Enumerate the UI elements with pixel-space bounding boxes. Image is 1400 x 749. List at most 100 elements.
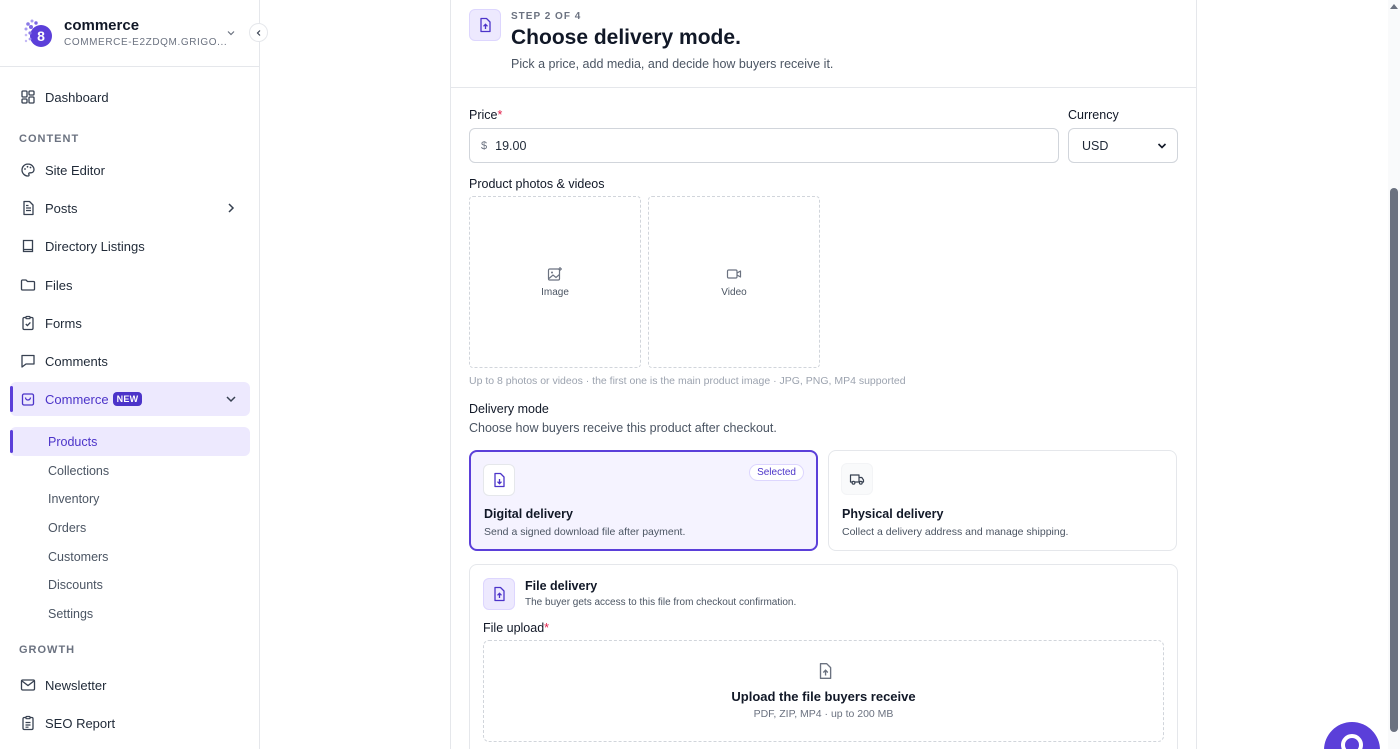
upload-title: Upload the file buyers receive	[731, 689, 916, 704]
sidebar-item-seo-report[interactable]: SEO Report	[10, 706, 250, 740]
mail-icon	[20, 679, 36, 691]
image-add-icon	[547, 267, 562, 281]
chevron-right-icon	[228, 203, 235, 213]
main-content: STEP 2 OF 4 Choose delivery mode. Pick a…	[260, 0, 1388, 749]
currency-label: Currency	[1068, 108, 1119, 122]
physical-delivery-option[interactable]: Physical delivery Collect a delivery add…	[828, 450, 1177, 551]
file-upload-icon	[480, 17, 491, 33]
currency-select[interactable]: USD	[1068, 128, 1178, 163]
sidebar-subitem-label: Collections	[48, 463, 110, 478]
page-title: Choose delivery mode.	[511, 26, 741, 49]
physical-delivery-title: Physical delivery	[842, 507, 944, 521]
clipboard-check-icon	[22, 315, 34, 331]
add-video-tile[interactable]: Video	[648, 196, 820, 368]
sidebar-subitem-label: Orders	[48, 520, 87, 535]
chevron-down-icon	[226, 396, 236, 403]
sidebar-item-label: Commerce	[45, 391, 109, 407]
sidebar-collapse-button[interactable]	[249, 23, 268, 42]
shopping-bag-icon	[21, 393, 35, 406]
sidebar-item-comments[interactable]: Comments	[10, 344, 250, 378]
brand-logo-icon: 8	[24, 19, 52, 47]
sidebar-item-label: Posts	[45, 200, 78, 216]
digital-delivery-description: Send a signed download file after paymen…	[484, 526, 686, 538]
sidebar-item-label: Comments	[45, 353, 108, 369]
chevron-left-icon	[256, 29, 260, 36]
sidebar-item-forms[interactable]: Forms	[10, 306, 250, 340]
add-image-tile[interactable]: Image	[469, 196, 641, 368]
price-label: Price*	[469, 108, 502, 122]
sidebar-item-label: SEO Report	[45, 715, 116, 731]
file-delivery-title: File delivery	[525, 579, 598, 593]
document-icon	[23, 200, 34, 216]
section-label-content: CONTENT	[19, 133, 80, 145]
upload-formats: PDF, ZIP, MP4 · up to 200 MB	[753, 708, 894, 720]
sidebar-item-files[interactable]: Files	[10, 268, 250, 302]
sidebar-subitem-products[interactable]: Products	[10, 427, 250, 456]
sidebar-item-dashboard[interactable]: Dashboard	[10, 80, 250, 114]
sidebar-subitem-label: Settings	[48, 606, 94, 621]
truck-icon	[849, 474, 865, 485]
price-input[interactable]: $ 19.00	[469, 128, 1059, 163]
digital-delivery-title: Digital delivery	[484, 507, 573, 521]
price-label-text: Price	[469, 108, 498, 122]
required-mark: *	[544, 621, 550, 635]
file-delivery-description: The buyer gets access to this file from …	[525, 597, 797, 608]
step-icon	[469, 9, 501, 41]
new-badge: NEW	[112, 392, 143, 406]
media-hint: Up to 8 photos or videos · the first one…	[469, 375, 906, 387]
sidebar-subitem-label: Discounts	[48, 577, 103, 592]
sidebar-item-label: Directory Listings	[45, 238, 145, 254]
comment-icon	[21, 354, 35, 368]
chevron-down-icon[interactable]	[226, 28, 236, 38]
dashboard-icon	[21, 90, 35, 104]
sidebar-subitem-orders[interactable]: Orders	[10, 513, 250, 542]
scrollbar-thumb[interactable]	[1390, 188, 1398, 732]
sidebar-item-commerce[interactable]: Commerce NEW	[10, 382, 250, 416]
sidebar: 8 commerce COMMERCE-E2ZDQM.GRIGO... Dash…	[0, 0, 268, 749]
sidebar-subitem-customers[interactable]: Customers	[10, 542, 250, 571]
file-delivery-card: File delivery The buyer gets access to t…	[469, 564, 1178, 749]
file-upload-label-text: File upload	[483, 621, 545, 635]
media-video-label: Video	[721, 287, 747, 298]
sidebar-item-label: Site Editor	[45, 162, 105, 178]
sidebar-subitem-inventory[interactable]: Inventory	[10, 484, 250, 513]
delivery-mode-description: Choose how buyers receive this product a…	[469, 421, 777, 435]
file-upload-icon	[819, 663, 832, 679]
brand-header[interactable]: 8 commerce COMMERCE-E2ZDQM.GRIGO...	[0, 0, 259, 67]
folder-icon	[20, 279, 36, 291]
digital-delivery-option[interactable]: Selected Digital delivery Send a signed …	[469, 450, 818, 551]
digital-delivery-icon-box	[483, 464, 515, 496]
delivery-mode-label: Delivery mode	[469, 402, 549, 416]
selected-badge: Selected	[749, 464, 804, 481]
sidebar-subitem-label: Products	[48, 434, 98, 449]
page-description: Pick a price, add media, and decide how …	[511, 57, 834, 71]
sidebar-subitem-label: Customers	[48, 549, 109, 564]
step-indicator: STEP 2 OF 4	[511, 11, 582, 22]
sidebar-item-label: Files	[45, 277, 73, 293]
sidebar-item-site-editor[interactable]: Site Editor	[10, 153, 250, 187]
file-download-icon	[494, 472, 505, 488]
page-scrollbar[interactable]	[1388, 0, 1400, 749]
currency-value: USD	[1082, 138, 1109, 153]
file-upload-label: File upload*	[483, 621, 549, 635]
sidebar-item-label: Forms	[45, 315, 82, 331]
sidebar-item-directory-listings[interactable]: Directory Listings	[10, 229, 250, 263]
sidebar-item-label: Newsletter	[45, 677, 107, 693]
sidebar-subitem-collections[interactable]: Collections	[10, 456, 250, 485]
media-image-label: Image	[541, 287, 569, 298]
sidebar-subitem-label: Inventory	[48, 491, 100, 506]
sidebar-subitem-settings[interactable]: Settings	[10, 599, 250, 628]
currency-symbol: $	[481, 139, 488, 152]
palette-icon	[21, 163, 35, 177]
sidebar-subitem-discounts[interactable]: Discounts	[10, 570, 250, 599]
scroll-up-arrow-icon[interactable]	[1390, 3, 1398, 9]
physical-delivery-icon-box	[841, 463, 873, 495]
header-divider	[450, 87, 1197, 88]
sidebar-item-posts[interactable]: Posts	[10, 191, 250, 225]
section-label-growth: GROWTH	[19, 644, 76, 656]
sidebar-item-newsletter[interactable]: Newsletter	[10, 668, 250, 702]
file-upload-dropzone[interactable]: Upload the file buyers receive PDF, ZIP,…	[483, 640, 1164, 742]
chevron-down-icon	[1157, 143, 1167, 149]
physical-delivery-description: Collect a delivery address and manage sh…	[842, 526, 1069, 538]
required-mark: *	[497, 108, 503, 122]
